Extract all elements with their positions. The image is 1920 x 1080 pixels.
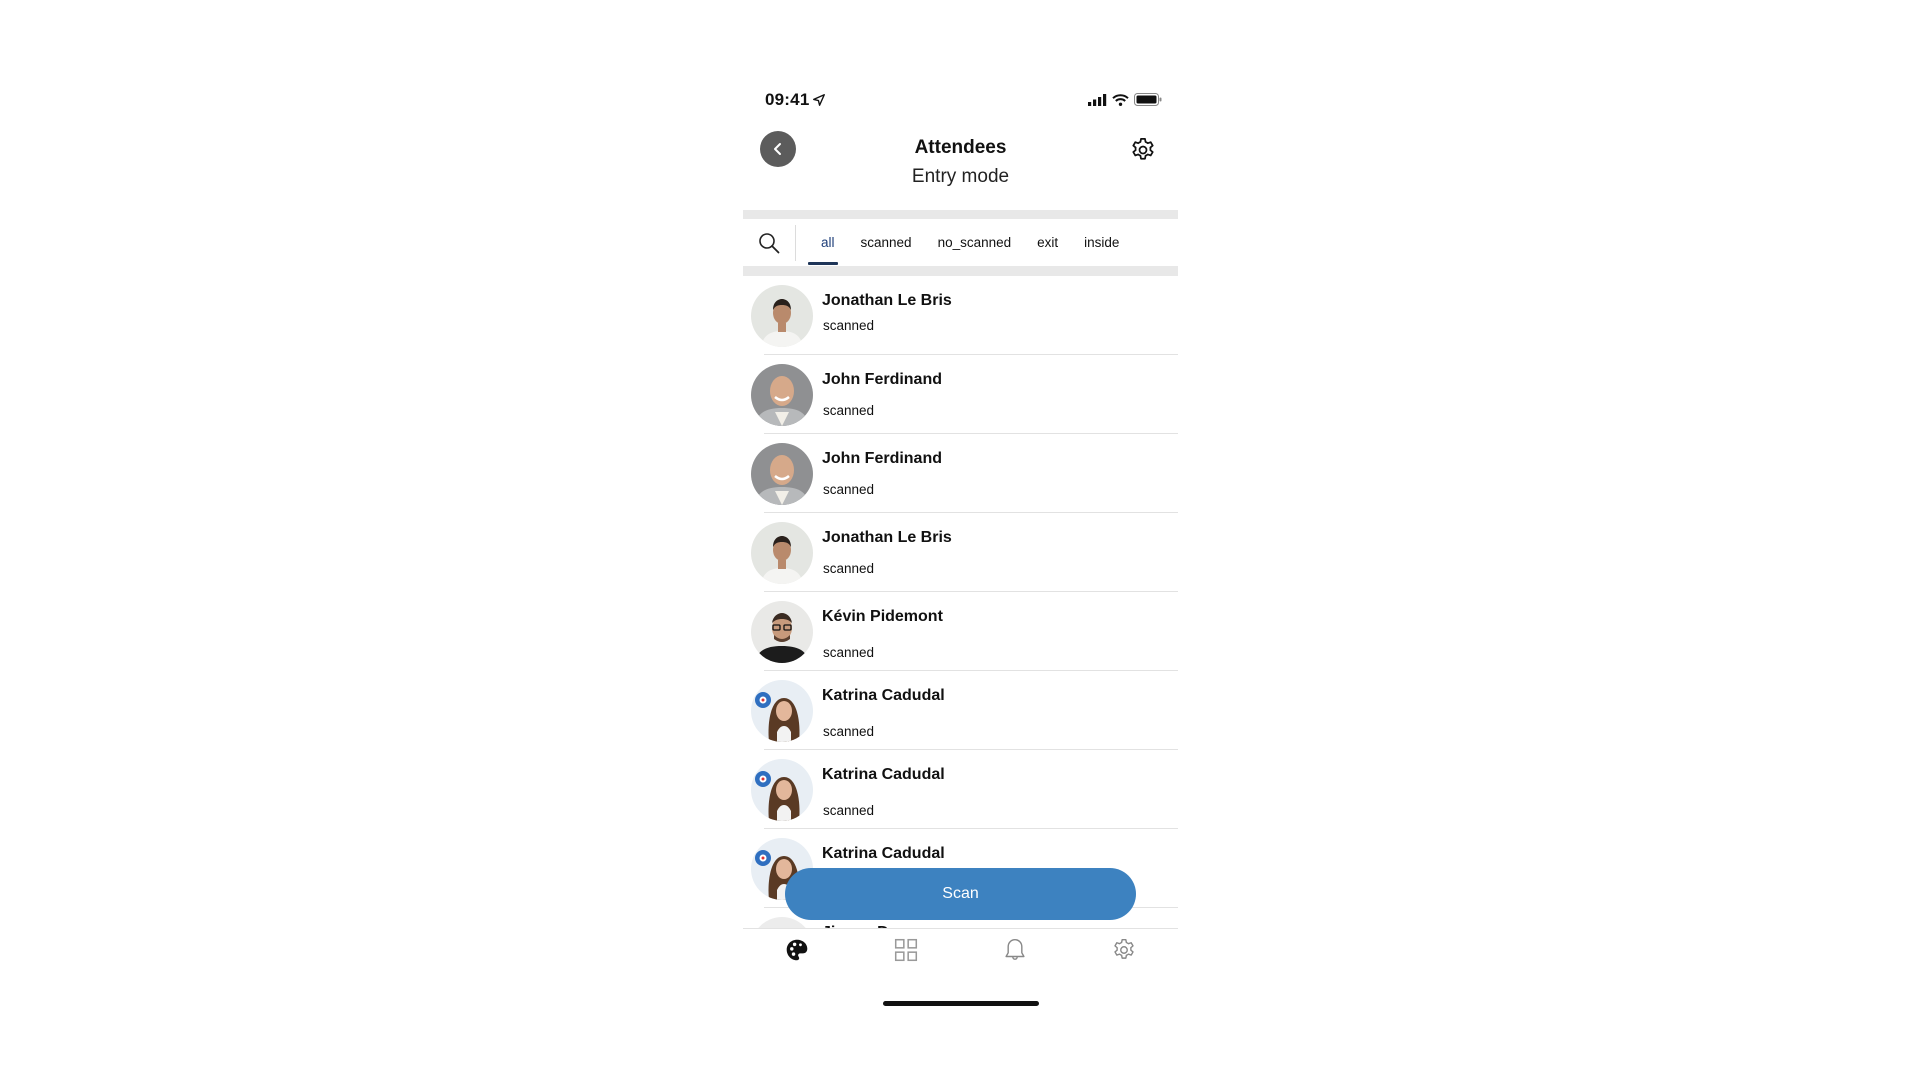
tab-palette[interactable]: [743, 929, 852, 971]
time-label: 09:41: [765, 90, 810, 109]
avatar: [751, 759, 813, 821]
search-button[interactable]: [743, 219, 795, 266]
filter-tab-inside[interactable]: inside: [1071, 219, 1132, 266]
gear-icon: [1113, 939, 1134, 959]
attendee-name: Jonathan Le Bris: [822, 529, 952, 546]
status-time: 09:41: [765, 90, 826, 110]
location-arrow-icon: [813, 94, 826, 106]
avatar: [751, 522, 813, 584]
wifi-icon: [1112, 93, 1129, 106]
attendee-row[interactable]: Katrina Cadudal scanned: [743, 671, 1178, 750]
signal-icon: [1088, 93, 1107, 106]
grid-icon: [895, 938, 918, 962]
filter-divider: [795, 224, 796, 261]
filter-band-top: [743, 210, 1178, 219]
home-indicator: [883, 1001, 1039, 1006]
filter-bar: all scanned no_scanned exit inside: [743, 219, 1178, 266]
avatar: [751, 601, 813, 663]
settings-button[interactable]: [1128, 135, 1158, 165]
attendee-row[interactable]: John Ferdinand scanned: [743, 434, 1178, 513]
filter-band-bottom: [743, 266, 1178, 276]
attendee-name: John Ferdinand: [822, 450, 942, 467]
attendee-status: scanned: [823, 482, 875, 497]
attendee-name: Katrina Cadudal: [822, 687, 945, 704]
attendee-row[interactable]: Jonathan Le Bris scanned: [743, 276, 1178, 355]
bottom-tab-bar: [743, 928, 1178, 978]
page-subtitle: Entry mode: [911, 166, 1010, 187]
attendee-list[interactable]: Jonathan Le Bris scanned John Ferdinand …: [743, 276, 1178, 928]
attendee-name: Kévin Pidemont: [822, 608, 943, 625]
tab-notifications[interactable]: [961, 929, 1070, 971]
avatar: [751, 443, 813, 505]
attendee-name: Katrina Cadudal: [822, 766, 945, 783]
attendee-status: scanned: [823, 724, 875, 739]
avatar: [751, 285, 813, 347]
avatar: [751, 364, 813, 426]
search-icon: [759, 232, 780, 253]
filter-tab-no-scanned[interactable]: no_scanned: [925, 219, 1025, 266]
palette-icon: [787, 939, 808, 961]
tab-settings[interactable]: [1069, 929, 1178, 971]
attendee-status: scanned: [823, 803, 875, 818]
attendee-row[interactable]: Katrina Cadudal scanned: [743, 750, 1178, 829]
attendee-status: scanned: [823, 403, 875, 418]
attendee-status: scanned: [823, 645, 875, 660]
bell-icon: [1005, 939, 1025, 960]
scan-button[interactable]: Scan: [785, 868, 1136, 920]
attendee-name: Katrina Cadudal: [822, 845, 945, 862]
phone-screen: 09:41 Attendees Entry mode all scanned n…: [743, 0, 1178, 1012]
filter-tab-exit[interactable]: exit: [1024, 219, 1071, 266]
attendee-row[interactable]: John Ferdinand scanned: [743, 355, 1178, 434]
attendee-name: Jonathan Le Bris: [822, 292, 952, 309]
battery-icon: [1134, 93, 1162, 106]
filter-tab-scanned[interactable]: scanned: [848, 219, 925, 266]
avatar: [751, 680, 813, 742]
status-icons: [1088, 93, 1162, 106]
attendee-status: scanned: [823, 561, 875, 576]
filter-tab-all[interactable]: all: [808, 219, 848, 266]
gear-icon: [1132, 138, 1154, 160]
attendee-row[interactable]: Jonathan Le Bris scanned: [743, 513, 1178, 592]
attendee-name: John Ferdinand: [822, 371, 942, 388]
attendee-status: scanned: [823, 318, 875, 333]
tab-dashboard[interactable]: [852, 929, 961, 971]
page-title: Attendees: [914, 137, 1007, 158]
attendee-row[interactable]: Kévin Pidemont scanned: [743, 592, 1178, 671]
